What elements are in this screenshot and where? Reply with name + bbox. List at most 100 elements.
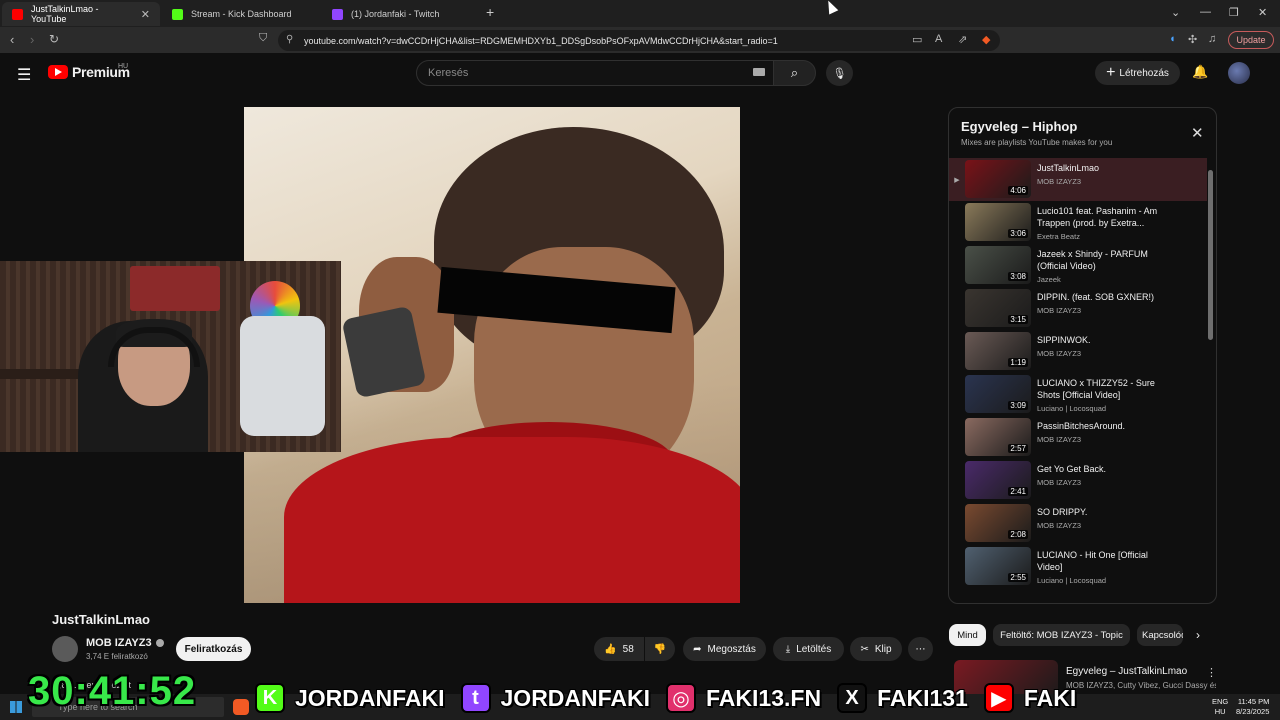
playlist-item-thumbnail[interactable]: 3:08: [965, 246, 1031, 284]
subscriber-count: 3,74 E feliratkozó: [86, 652, 148, 661]
keyboard-icon[interactable]: [753, 68, 765, 76]
social-handle: FAKI: [1023, 684, 1077, 711]
back-icon[interactable]: ‹: [10, 32, 14, 47]
playlist-items: ▶ 4:06 JustTalkinLmao MOB IZAYZ3 3:06 Lucio10…: [949, 158, 1207, 588]
playlist-item-thumbnail[interactable]: 2:57: [965, 418, 1031, 456]
recommendation-title[interactable]: Egyveleg – JustTalkinLmao: [1066, 666, 1187, 677]
scrollbar-thumb[interactable]: [1208, 170, 1213, 340]
duration-badge: 4:06: [1008, 186, 1028, 195]
region-code: HU: [118, 63, 129, 70]
subscribe-button[interactable]: Feliratkozás: [176, 637, 251, 661]
duration-badge: 2:57: [1008, 444, 1028, 453]
like-button[interactable]: 👍 58: [594, 637, 644, 661]
site-info-icon[interactable]: ⚲: [286, 34, 293, 45]
thumbs-up-icon: 👍: [604, 643, 617, 655]
tab-youtube[interactable]: JustTalkinLmao - YouTube ✕: [2, 2, 160, 26]
playlist-subtitle: Mixes are playlists YouTube makes for yo…: [961, 138, 1113, 147]
chip-uploader[interactable]: Feltöltő: MOB IZAYZ3 - Topic: [993, 624, 1130, 646]
system-clock[interactable]: 11:45 PM 8/23/2025: [1236, 697, 1269, 717]
url-field[interactable]: ⚲ youtube.com/watch?v=dwCCDrHjCHA&list=R…: [278, 30, 1000, 51]
brave-shield-icon[interactable]: ◆: [982, 33, 990, 46]
playlist-item-title: PassinBitchesAround.: [1037, 421, 1126, 431]
windows-start-icon[interactable]: [10, 701, 22, 713]
dislike-button[interactable]: 👎: [645, 637, 675, 661]
input-language[interactable]: ENG HU: [1212, 697, 1228, 717]
cast-icon[interactable]: ▭: [912, 33, 922, 46]
playlist-item[interactable]: 2:57 PassinBitchesAround. MOB IZAYZ3: [949, 416, 1207, 459]
search-button[interactable]: ⌕: [773, 60, 816, 86]
more-icon: ⋯: [915, 643, 926, 655]
playlist-item-channel: MOB IZAYZ3: [1037, 435, 1082, 444]
extensions-icon[interactable]: ✣: [1188, 33, 1197, 46]
bookmark-icon[interactable]: ⛉: [259, 32, 267, 45]
tab-twitch[interactable]: (1) Jordanfaki - Twitch: [322, 2, 482, 26]
chevron-right-icon[interactable]: ›: [1196, 628, 1200, 642]
channel-avatar[interactable]: [52, 636, 78, 662]
duration-badge: 2:41: [1008, 487, 1028, 496]
mix-playlist-panel: Egyveleg – Hiphop Mixes are playlists Yo…: [948, 107, 1217, 604]
playlist-item-channel: MOB IZAYZ3: [1037, 349, 1082, 358]
playlist-item-thumbnail[interactable]: 2:41: [965, 461, 1031, 499]
forward-icon[interactable]: ›: [30, 32, 34, 47]
restore-icon[interactable]: ❐: [1229, 6, 1239, 19]
channel-name-link[interactable]: MOB IZAYZ3: [86, 637, 164, 649]
create-button[interactable]: + Létrehozás: [1095, 61, 1180, 85]
account-avatar[interactable]: [1228, 62, 1250, 84]
playlist-item[interactable]: 2:41 Get Yo Get Back. MOB IZAYZ3: [949, 459, 1207, 502]
reload-icon[interactable]: ↻: [49, 32, 59, 46]
playlist-scrollbar[interactable]: [1207, 158, 1215, 598]
chip-related[interactable]: Kapcsolódó: [1137, 624, 1183, 646]
playlist-item[interactable]: 2:08 SO DRIPPY. MOB IZAYZ3: [949, 502, 1207, 545]
share-button[interactable]: ➦ Megosztás: [683, 637, 766, 661]
window-close-icon[interactable]: ✕: [1258, 6, 1267, 19]
playlist-title: Egyveleg – Hiphop: [961, 119, 1078, 134]
social-handle: FAKI131: [877, 684, 968, 711]
playlist-index: [949, 373, 965, 416]
playlist-item[interactable]: 3:06 Lucio101 feat. Pashanim - Am Trappen…: [949, 201, 1207, 244]
youtube-favicon-icon: [12, 8, 23, 20]
duration-badge: 1:19: [1008, 358, 1028, 367]
clock-time: 11:45 PM: [1237, 697, 1270, 706]
playlist-item-thumbnail[interactable]: 3:06: [965, 203, 1031, 241]
playlist-item-thumbnail[interactable]: 3:09: [965, 375, 1031, 413]
playlist-item-thumbnail[interactable]: 2:08: [965, 504, 1031, 542]
playlist-item-thumbnail[interactable]: 4:06: [965, 160, 1031, 198]
playlist-item-thumbnail[interactable]: 3:15: [965, 289, 1031, 327]
playlist-item-channel: Luciano | Locosquad: [1037, 404, 1107, 413]
minimize-icon[interactable]: —: [1200, 6, 1211, 18]
chip-all[interactable]: Mind: [949, 624, 986, 646]
playlist-item[interactable]: 2:55 LUCIANO - Hit One [Official Video] Lu…: [949, 545, 1207, 588]
social-handles-bar: K JORDANFAKI t JORDANFAKI ◎ FAKI13.FN X FAKI131…: [255, 680, 1082, 716]
close-icon[interactable]: ✕: [141, 8, 150, 21]
tab-kick[interactable]: Stream - Kick Dashboard: [162, 2, 322, 26]
new-tab-icon[interactable]: +: [486, 4, 494, 20]
tab-search-icon[interactable]: ⌄: [1171, 6, 1180, 19]
close-icon[interactable]: ✕: [1191, 124, 1204, 142]
youtube-logo-icon: [48, 65, 68, 79]
share-page-icon[interactable]: ⇗: [958, 33, 967, 46]
playlist-item[interactable]: 3:09 LUCIANO x THIZZY52 - Sure Shots [Off…: [949, 373, 1207, 416]
media-icon[interactable]: ♫: [1208, 33, 1216, 45]
more-actions-button[interactable]: ⋯: [908, 637, 933, 661]
duration-badge: 3:15: [1008, 315, 1028, 324]
translate-icon[interactable]: A: [935, 33, 942, 45]
playlist-item-thumbnail[interactable]: 2:55: [965, 547, 1031, 585]
more-vert-icon[interactable]: ⋮: [1206, 666, 1217, 679]
download-button[interactable]: ⤓ Letöltés: [773, 637, 844, 661]
playlist-item-channel: MOB IZAYZ3: [1037, 521, 1082, 530]
notifications-bell-icon[interactable]: 🔔: [1192, 64, 1208, 80]
voice-search-button[interactable]: 🎙: [826, 60, 853, 86]
hamburger-menu-icon[interactable]: ☰: [17, 65, 31, 85]
playlist-item[interactable]: 3:15 DIPPIN. (feat. SOB GXNER!) MOB IZAYZ3: [949, 287, 1207, 330]
playlist-item-thumbnail[interactable]: 1:19: [965, 332, 1031, 370]
clip-label: Klip: [874, 643, 892, 655]
playlist-item[interactable]: 3:08 Jazeek x Shindy - PARFUM (Official V…: [949, 244, 1207, 287]
leo-icon[interactable]: ◖: [1169, 33, 1176, 45]
clock-date: 8/23/2025: [1236, 707, 1270, 716]
brave-browser-icon[interactable]: [233, 699, 249, 715]
clip-button[interactable]: ✂ Klip: [850, 637, 902, 661]
playlist-item[interactable]: ▶ 4:06 JustTalkinLmao MOB IZAYZ3: [949, 158, 1207, 201]
update-button[interactable]: Update: [1228, 31, 1274, 49]
search-input[interactable]: Keresés: [416, 60, 774, 86]
playlist-item[interactable]: 1:19 SIPPINWOK. MOB IZAYZ3: [949, 330, 1207, 373]
